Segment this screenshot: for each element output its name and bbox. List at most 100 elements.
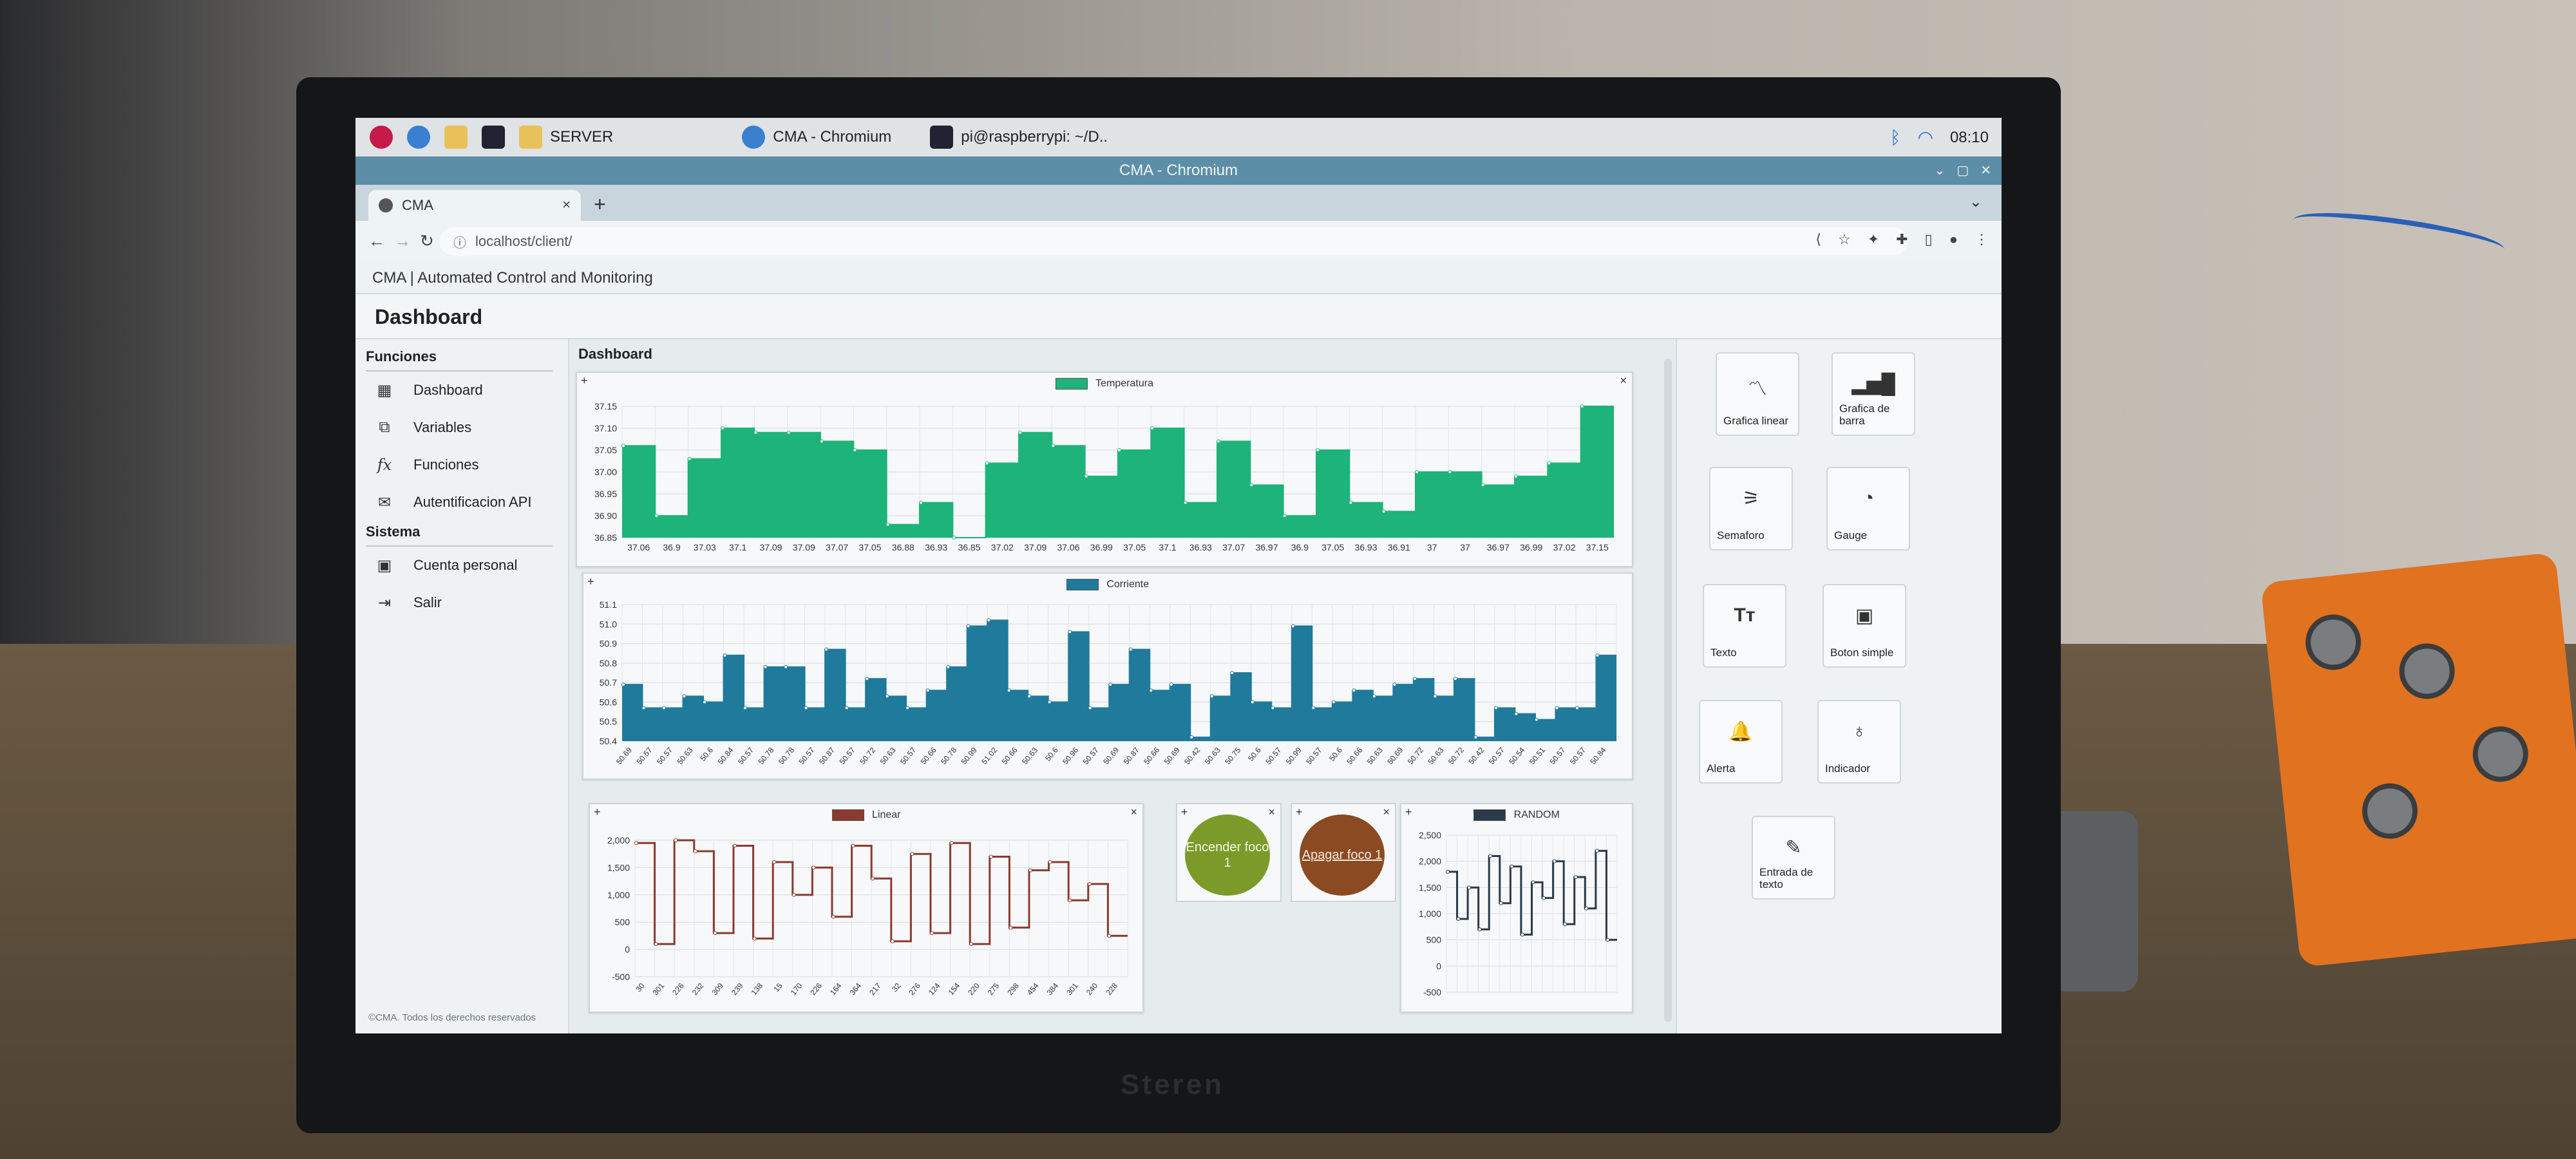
chart-legend: Linear <box>590 809 1142 821</box>
x-tick-label: 50.57 <box>838 746 857 766</box>
drag-handle-icon[interactable]: + <box>1296 806 1303 819</box>
x-tick-label: 454 <box>1025 981 1041 997</box>
taskbar-item-terminal[interactable]: pi@raspberrypi: ~/D.. <box>930 126 1108 149</box>
tool-texto[interactable]: Tт Texto <box>1703 584 1786 668</box>
data-point <box>1499 901 1503 905</box>
tool-grafica-linear[interactable]: 〽 Grafica linear <box>1716 352 1799 436</box>
app-header: CMA | Automated Control and Monitoring <box>355 262 2002 294</box>
x-tick-label: 50.57 <box>655 746 674 766</box>
x-tick-label: 164 <box>828 981 844 997</box>
files-launcher[interactable] <box>444 126 468 149</box>
menu-dots-icon[interactable]: ⋮ <box>1975 231 1989 248</box>
data-point <box>831 914 835 919</box>
terminal-launcher[interactable] <box>482 126 505 149</box>
side-panel-icon[interactable]: ▯ <box>1925 231 1933 248</box>
reload-icon[interactable]: ↻ <box>420 231 434 251</box>
widget-temperatura[interactable]: + × Temperatura 37.15 37.10 37.05 37.00 36.9… <box>576 372 1633 567</box>
sidebar: Funciones ▦ Dashboard ⧉ Variables fx Fun… <box>355 339 569 1033</box>
raspberry-icon <box>370 126 393 149</box>
dashboard-scrollbar[interactable] <box>1664 359 1672 1022</box>
x-tick-label: 50.72 <box>858 746 877 766</box>
data-point <box>890 939 895 943</box>
sidebar-item-cuenta[interactable]: ▣ Cuenta personal <box>355 547 568 584</box>
bookmark-star-icon[interactable]: ☆ <box>1838 231 1851 248</box>
drag-handle-icon[interactable]: + <box>1181 806 1188 819</box>
tool-semaforo[interactable]: ⚞ Semaforo <box>1709 467 1793 551</box>
tool-label: Boton simple <box>1830 646 1894 659</box>
sidebar-item-variables[interactable]: ⧉ Variables <box>355 409 568 446</box>
legend-swatch <box>1473 809 1506 821</box>
widget-close-icon[interactable]: × <box>1268 806 1275 819</box>
x-tick-label: 30 <box>634 981 647 994</box>
tool-gauge[interactable]: ◔ Gauge <box>1826 467 1910 551</box>
tab-search-icon[interactable]: ⌄ <box>1969 193 1982 211</box>
forward-icon[interactable]: → <box>394 231 411 251</box>
apagar-foco-button[interactable]: Apagar foco 1 <box>1300 815 1385 896</box>
sidebar-item-autentificacion[interactable]: ✉ Autentificacion API <box>355 484 568 521</box>
x-tick-label: 364 <box>848 981 864 997</box>
widget-linear[interactable]: + × Linear 2,000 1,500 1,000 500 0 -500 30 301 2… <box>589 803 1144 1013</box>
data-point <box>804 706 808 710</box>
taskbar-item-chromium[interactable]: CMA - Chromium <box>742 126 891 149</box>
logout-icon: ⇥ <box>377 594 392 612</box>
data-point <box>1209 694 1214 699</box>
data-point <box>1311 706 1316 710</box>
widget-close-icon[interactable]: × <box>1383 806 1390 819</box>
tab-close-icon[interactable]: × <box>562 196 571 213</box>
data-point <box>1415 470 1419 474</box>
tool-indicador[interactable]: ♁ Indicador <box>1817 700 1901 784</box>
y-tick-label: 500 <box>1426 935 1442 945</box>
tool-entrada-texto[interactable]: ✎ Entrada de texto <box>1752 816 1835 900</box>
sidebar-item-label: Funciones <box>413 457 479 473</box>
x-tick-label: 384 <box>1045 981 1061 997</box>
sidebar-item-funciones[interactable]: fx Funciones <box>355 446 568 484</box>
profile-icon[interactable]: ● <box>1949 231 1958 248</box>
data-point <box>674 838 678 842</box>
tab-cma[interactable]: CMA × <box>368 190 581 221</box>
widget-corriente[interactable]: + Corriente 51.1 51.0 50.9 50.8 50.7 50.6 50.5… <box>582 572 1633 780</box>
x-tick-label: 32 <box>890 981 903 994</box>
data-point <box>1128 647 1133 652</box>
browser-launcher[interactable] <box>407 126 430 149</box>
info-icon[interactable]: ⓘ <box>453 232 466 251</box>
x-tick-label: 50.69 <box>1162 746 1182 766</box>
data-point <box>824 647 829 652</box>
footer-copyright: ©CMA. Todos los derechos reservados <box>368 1012 536 1023</box>
sidebar-item-salir[interactable]: ⇥ Salir <box>355 584 568 621</box>
extensions-puzzle-icon[interactable]: ✚ <box>1896 231 1908 248</box>
x-tick-label: 228 <box>1104 981 1119 997</box>
tool-label: Grafica de barra <box>1839 402 1890 427</box>
maximize-icon[interactable]: ▢ <box>1956 156 1969 185</box>
bluetooth-icon[interactable]: ᛒ <box>1890 127 1901 148</box>
x-tick-label: 50.84 <box>716 746 735 766</box>
minimize-icon[interactable]: ⌄ <box>1935 156 1946 185</box>
x-tick-label: 50.6 <box>698 746 715 763</box>
x-tick-label: 37.07 <box>1222 542 1245 552</box>
widget-random[interactable]: + RANDOM 2,500 2,000 1,500 1,000 500 0 -500 <box>1400 803 1633 1013</box>
raspberry-menu-button[interactable] <box>370 126 393 149</box>
sidebar-item-dashboard[interactable]: ▦ Dashboard <box>355 372 568 409</box>
taskbar-item-server[interactable]: SERVER <box>519 126 613 149</box>
url-input[interactable]: ⓘ localhost/client/ <box>439 227 1908 256</box>
x-tick-label: 37 <box>1460 542 1470 552</box>
widget-encender: + × Encender foco 1 <box>1176 803 1282 902</box>
tool-boton-simple[interactable]: ▣ Boton simple <box>1823 584 1906 668</box>
encender-foco-button[interactable]: Encender foco 1 <box>1185 815 1270 896</box>
tool-label: Grafica linear <box>1723 415 1789 427</box>
data-point <box>1009 925 1013 930</box>
extension-icon[interactable]: ✦ <box>1868 231 1879 248</box>
share-icon[interactable]: ⟨ <box>1815 231 1821 248</box>
tool-grafica-barra[interactable]: ▂▅█ Grafica de barra <box>1832 352 1915 436</box>
back-icon[interactable]: ← <box>368 231 385 251</box>
data-point <box>1488 854 1493 858</box>
data-point <box>865 677 869 681</box>
y-tick-label: 50.6 <box>600 697 617 707</box>
wifi-icon[interactable]: ◠ <box>1918 127 1933 148</box>
x-tick-label: 276 <box>907 981 922 997</box>
y-tick-label: 2,000 <box>1419 856 1441 867</box>
tool-alerta[interactable]: 🔔 Alerta <box>1699 700 1783 784</box>
close-icon[interactable]: ✕ <box>1980 156 1991 185</box>
new-tab-button[interactable]: + <box>594 193 606 216</box>
x-tick-label: 50.66 <box>1345 746 1364 766</box>
x-tick-label: 50.57 <box>797 746 817 766</box>
